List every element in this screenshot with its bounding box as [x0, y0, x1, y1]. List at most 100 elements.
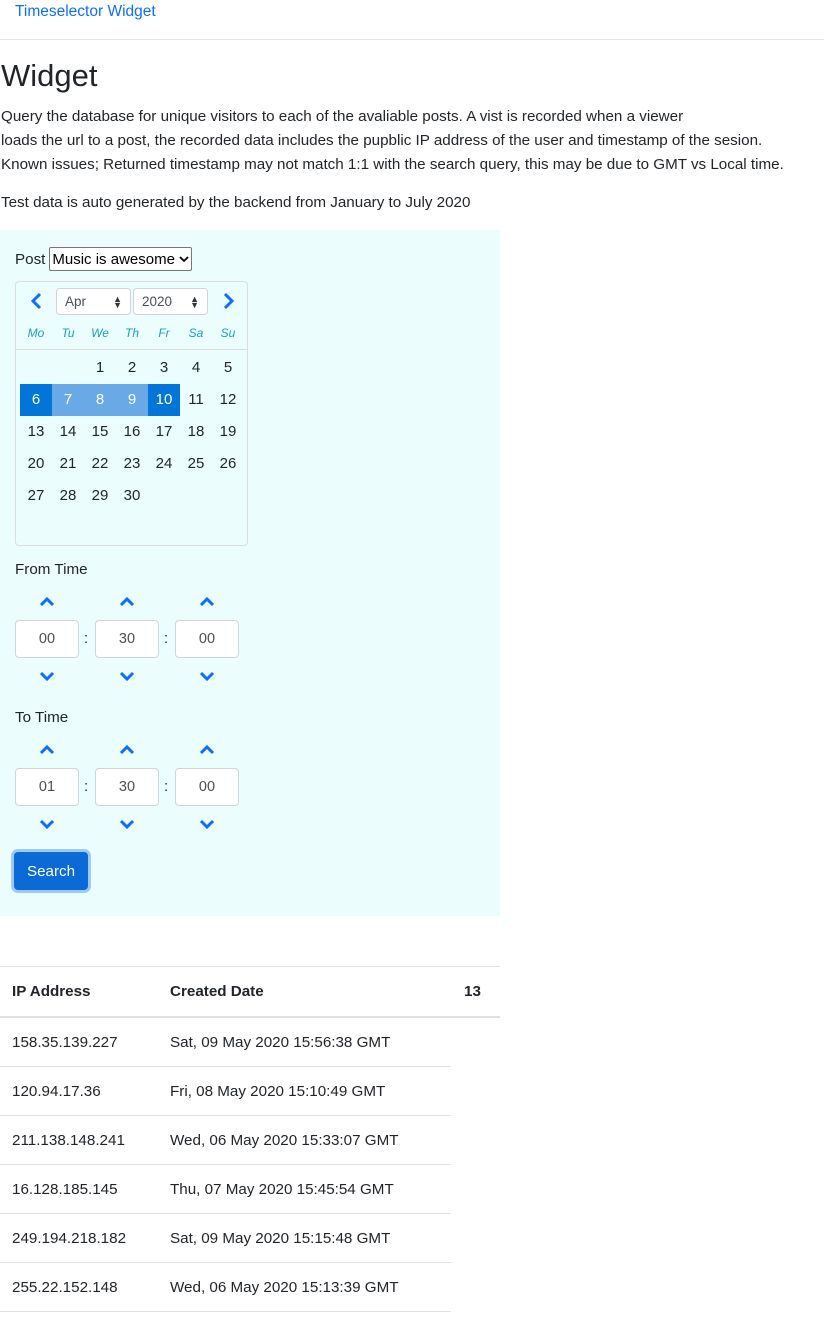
next-month-button[interactable] — [219, 290, 239, 312]
to-hours-down-button[interactable] — [35, 815, 59, 833]
prev-month-button[interactable] — [26, 290, 46, 312]
table-row: 211.138.148.241 Wed, 06 May 2020 15:33:07… — [0, 1116, 451, 1165]
calendar-day[interactable]: 7 — [52, 384, 84, 416]
to-minutes-down-button[interactable] — [115, 815, 139, 833]
calendar-empty-cell — [180, 480, 212, 512]
chevron-right-icon — [223, 292, 235, 310]
from-time-label: From Time — [15, 561, 88, 578]
to-hours-input[interactable] — [15, 768, 79, 806]
calendar-day[interactable]: 15 — [84, 416, 116, 448]
calendar-day[interactable]: 12 — [212, 384, 244, 416]
calendar-empty-cell — [212, 480, 244, 512]
from-seconds-input[interactable] — [175, 620, 239, 658]
created-date-cell: Sat, 09 May 2020 15:56:38 GMT — [170, 1034, 391, 1051]
calendar-day[interactable]: 17 — [148, 416, 180, 448]
to-minutes-up-button[interactable] — [115, 741, 139, 759]
calendar-day[interactable]: 22 — [84, 448, 116, 480]
calendar-day[interactable]: 18 — [180, 416, 212, 448]
calendar-day[interactable]: 20 — [20, 448, 52, 480]
calendar-day[interactable]: 25 — [180, 448, 212, 480]
to-seconds — [175, 741, 239, 841]
post-label: Post — [15, 250, 46, 268]
calendar-day[interactable]: 21 — [52, 448, 84, 480]
calendar-day[interactable]: 8 — [84, 384, 116, 416]
calendar-empty-cell — [148, 480, 180, 512]
calendar-day[interactable]: 26 — [212, 448, 244, 480]
weekday-label: Th — [124, 326, 139, 340]
calendar-days: 1 2 3 4 5 6 7 8 9 10 11 12 13 14 15 16 17 18 19 20 21 22 23 24 2… — [20, 352, 244, 512]
chevron-down-icon — [199, 819, 215, 829]
calendar-day[interactable]: 28 — [52, 480, 84, 512]
calendar-day[interactable]: 24 — [148, 448, 180, 480]
calendar-day[interactable]: 13 — [20, 416, 52, 448]
ip-address-cell: 120.94.17.36 — [12, 1083, 101, 1100]
to-time-label: To Time — [15, 709, 69, 726]
calendar-day[interactable]: 4 — [180, 352, 212, 384]
page-description: Query the database for unique visitors t… — [1, 105, 784, 177]
calendar-day[interactable]: 29 — [84, 480, 116, 512]
calendar-day[interactable]: 27 — [20, 480, 52, 512]
brand-link[interactable]: Timeselector Widget — [15, 3, 156, 21]
calendar-day[interactable]: 30 — [116, 480, 148, 512]
description-line: loads the url to a post, the recorded da… — [1, 132, 763, 149]
weekday-label: Fr — [158, 326, 170, 340]
time-separator: : — [164, 778, 169, 795]
calendar-day[interactable]: 14 — [52, 416, 84, 448]
calendar-day[interactable]: 5 — [212, 352, 244, 384]
table-row: 158.35.139.227 Sat, 09 May 2020 15:56:38 … — [0, 1018, 451, 1067]
from-hours-up-button[interactable] — [35, 593, 59, 611]
from-hours — [15, 593, 79, 693]
from-time-picker: : : — [15, 593, 245, 693]
search-button[interactable]: Search — [14, 852, 88, 890]
created-date-cell: Sat, 09 May 2020 15:15:48 GMT — [170, 1230, 391, 1247]
post-select[interactable]: Music is awesome — [49, 247, 192, 271]
sort-icon: ▲ ▼ — [190, 293, 199, 310]
calendar-day[interactable]: 9 — [116, 384, 148, 416]
table-body: 158.35.139.227 Sat, 09 May 2020 15:56:38 … — [0, 1018, 500, 1312]
to-seconds-down-button[interactable] — [195, 815, 219, 833]
calendar-header: Apr ▲ ▼ 2020 ▲ ▼ Mo Tu We Th Fr Sa Su — [16, 282, 247, 350]
calendar-day[interactable]: 2 — [116, 352, 148, 384]
to-seconds-up-button[interactable] — [195, 741, 219, 759]
calendar-day[interactable]: 23 — [116, 448, 148, 480]
calendar-week-row: 27 28 29 30 — [20, 480, 244, 512]
from-seconds-up-button[interactable] — [195, 593, 219, 611]
month-select[interactable]: Apr ▲ ▼ — [56, 288, 131, 315]
table-header: IP Address Created Date 13 — [0, 966, 500, 1018]
to-hours-up-button[interactable] — [35, 741, 59, 759]
table-row: 255.22.152.148 Wed, 06 May 2020 15:13:39 … — [0, 1263, 451, 1312]
calendar-day[interactable]: 19 — [212, 416, 244, 448]
calendar-day[interactable]: 3 — [148, 352, 180, 384]
weekday-header: Mo Tu We Th Fr Sa Su — [20, 326, 244, 340]
table-row: 16.128.185.145 Thu, 07 May 2020 15:45:54 … — [0, 1165, 451, 1214]
calendar-day[interactable]: 11 — [180, 384, 212, 416]
to-minutes-input[interactable] — [95, 768, 159, 806]
from-minutes-up-button[interactable] — [115, 593, 139, 611]
calendar-empty-cell — [52, 352, 84, 384]
weekday-label: Tu — [61, 326, 75, 340]
calendar-week-row: 6 7 8 9 10 11 12 — [20, 384, 244, 416]
to-seconds-input[interactable] — [175, 768, 239, 806]
results-table: IP Address Created Date 13 158.35.139.22… — [0, 966, 500, 1312]
from-hours-input[interactable] — [15, 620, 79, 658]
month-select-value: Apr — [65, 294, 87, 309]
weekday-label: Sa — [188, 326, 204, 340]
created-date-header: Created Date — [170, 983, 264, 1000]
top-navbar: Timeselector Widget — [0, 0, 824, 40]
weekday-label: Mo — [27, 326, 45, 340]
calendar-week-row: 20 21 22 23 24 25 26 — [20, 448, 244, 480]
from-minutes-input[interactable] — [95, 620, 159, 658]
calendar-day[interactable]: 1 — [84, 352, 116, 384]
from-hours-down-button[interactable] — [35, 667, 59, 685]
from-seconds-down-button[interactable] — [195, 667, 219, 685]
calendar-day[interactable]: 6 — [20, 384, 52, 416]
table-row: 120.94.17.36 Fri, 08 May 2020 15:10:49 GM… — [0, 1067, 451, 1116]
chevron-up-icon — [39, 745, 55, 755]
year-select[interactable]: 2020 ▲ ▼ — [133, 288, 208, 315]
calendar-day[interactable]: 10 — [148, 384, 180, 416]
from-minutes-down-button[interactable] — [115, 667, 139, 685]
calendar-day[interactable]: 16 — [116, 416, 148, 448]
chevron-down-icon — [39, 671, 55, 681]
chevron-up-icon — [199, 745, 215, 755]
table-row: 249.194.218.182 Sat, 09 May 2020 15:15:48… — [0, 1214, 451, 1263]
